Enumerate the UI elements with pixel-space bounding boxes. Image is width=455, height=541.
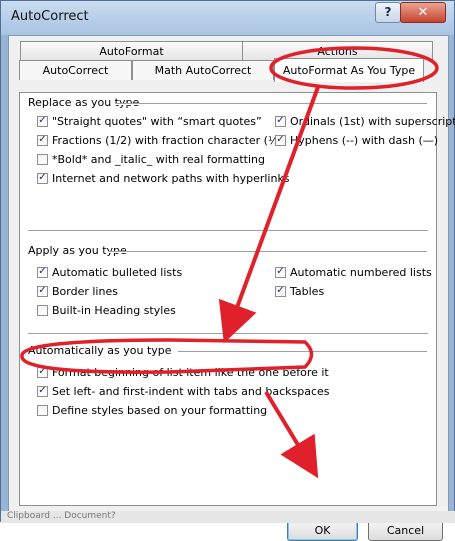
checkmark-icon: ✓ (38, 115, 47, 126)
option-heading-styles[interactable]: Built-in Heading styles (37, 302, 176, 318)
option-label: Automatic numbered lists (290, 265, 432, 279)
checkbox[interactable]: ✓ (37, 134, 48, 146)
checkmark-icon: ✓ (276, 134, 285, 145)
background-text: Clipboard ... Document? (7, 511, 116, 521)
option-hyperlinks[interactable]: ✓ Internet and network paths with hyperl… (37, 170, 290, 186)
option-define-styles[interactable]: Define styles based on your formatting (37, 402, 267, 418)
option-label: "Straight quotes" with “smart quotes” (52, 114, 262, 128)
option-border-lines[interactable]: ✓ Border lines (37, 283, 118, 299)
autoformat-as-you-type-panel: Replace as you type ✓ "Straight quotes" … (19, 92, 455, 506)
checkbox[interactable] (37, 153, 48, 165)
option-format-list-item[interactable]: ✓ Format beginning of list item like the… (37, 364, 329, 380)
checkmark-icon: ✓ (276, 115, 285, 126)
separator (178, 351, 427, 353)
option-hyphens[interactable]: ✓ Hyphens (--) with dash (—) (275, 132, 438, 148)
option-fractions[interactable]: ✓ Fractions (1/2) with fraction characte… (37, 132, 283, 148)
option-label: Internet and network paths with hyperlin… (52, 171, 290, 185)
option-label: Ordinals (1st) with superscript (290, 114, 455, 128)
option-label: Define styles based on your formatting (52, 403, 268, 417)
option-label: Tables (290, 284, 325, 298)
option-label: Hyphens (--) with dash (—) (290, 133, 439, 147)
tab-autocorrect[interactable]: AutoCorrect (19, 60, 132, 80)
option-label: Set left- and first-indent with tabs and… (52, 384, 330, 398)
separator (28, 230, 428, 232)
option-numbered-lists[interactable]: ✓ Automatic numbered lists (275, 264, 432, 280)
window-title: AutoCorrect (11, 9, 89, 24)
checkmark-icon: ✓ (38, 172, 47, 183)
checkbox[interactable]: ✓ (275, 285, 286, 297)
option-label: Fractions (1/2) with fraction character … (52, 133, 283, 147)
cancel-button[interactable]: Cancel (368, 520, 443, 541)
checkbox[interactable]: ✓ (275, 266, 286, 278)
checkbox[interactable]: ✓ (37, 366, 48, 378)
tab-autoformat-as-you-type[interactable]: AutoFormat As You Type (274, 58, 424, 82)
separator (28, 333, 428, 335)
autocorrect-dialog: AutoCorrect ? ✕ AutoFormat Actions AutoC… (0, 0, 455, 541)
checkmark-icon: ✓ (38, 366, 47, 377)
checkmark-icon: ✓ (276, 285, 285, 296)
ok-button[interactable]: OK (287, 520, 358, 541)
option-set-indent[interactable]: ✓ Set left- and first-indent with tabs a… (37, 383, 330, 399)
dialog-body: AutoFormat Actions AutoCorrect Math Auto… (8, 35, 455, 541)
checkbox[interactable]: ✓ (275, 134, 286, 146)
checkbox[interactable] (37, 404, 48, 416)
separator (108, 251, 427, 253)
tab-math-autocorrect[interactable]: Math AutoCorrect (132, 60, 274, 80)
section-title-auto: Automatically as you type (28, 344, 172, 357)
tab-autoformat[interactable]: AutoFormat (20, 41, 243, 61)
checkbox[interactable]: ✓ (37, 285, 48, 297)
checkmark-icon: ✓ (38, 385, 47, 396)
option-label: Automatic bulleted lists (52, 265, 183, 279)
checkbox[interactable] (37, 304, 48, 316)
background-window-fragment: Clipboard ... Document? (1, 511, 455, 523)
option-bulleted-lists[interactable]: ✓ Automatic bulleted lists (37, 264, 182, 280)
checkmark-icon: ✓ (38, 134, 47, 145)
checkmark-icon: ✓ (38, 266, 47, 277)
option-ordinals[interactable]: ✓ Ordinals (1st) with superscript (275, 113, 455, 129)
separator (115, 103, 427, 105)
help-icon[interactable]: ? (375, 2, 401, 23)
title-bar: AutoCorrect ? ✕ (1, 1, 454, 35)
checkmark-icon: ✓ (38, 285, 47, 296)
option-label: *Bold* and _italic_ with real formatting (52, 152, 265, 166)
checkbox[interactable]: ✓ (37, 266, 48, 278)
checkbox[interactable]: ✓ (37, 115, 48, 127)
option-label: Format beginning of list item like the o… (52, 365, 329, 379)
checkbox[interactable]: ✓ (37, 385, 48, 397)
option-tables[interactable]: ✓ Tables (275, 283, 324, 299)
close-icon[interactable]: ✕ (400, 2, 446, 23)
option-bold-italic[interactable]: *Bold* and _italic_ with real formatting (37, 151, 265, 167)
checkmark-icon: ✓ (276, 266, 285, 277)
option-straight-quotes[interactable]: ✓ "Straight quotes" with “smart quotes” (37, 113, 262, 129)
option-label: Built-in Heading styles (52, 303, 176, 317)
option-label: Border lines (52, 284, 118, 298)
checkbox[interactable]: ✓ (275, 115, 286, 127)
checkbox[interactable]: ✓ (37, 172, 48, 184)
